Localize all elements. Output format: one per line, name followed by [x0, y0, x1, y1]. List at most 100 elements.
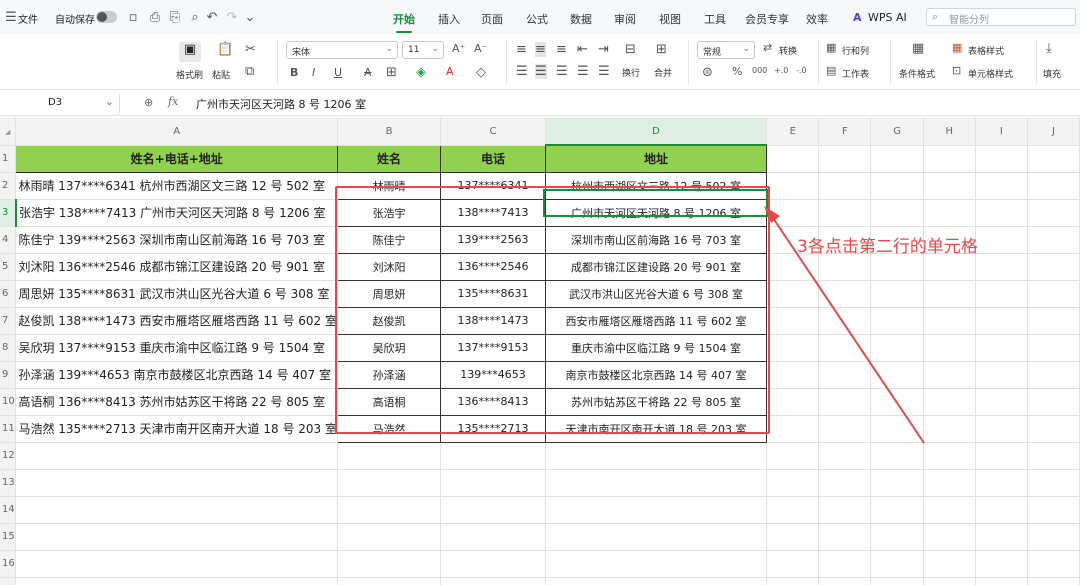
wps-ai-button[interactable]: WPS AI [868, 11, 907, 24]
empty-cell[interactable] [975, 469, 1028, 497]
empty-cell[interactable] [975, 334, 1028, 362]
copy-icon[interactable]: ⧉ [245, 64, 254, 79]
empty-cell[interactable] [1027, 199, 1080, 227]
empty-cell[interactable] [923, 361, 976, 389]
empty-cell[interactable] [545, 442, 768, 470]
empty-cell[interactable] [1027, 442, 1080, 470]
column-header-active[interactable]: D [545, 118, 768, 146]
empty-cell[interactable] [818, 442, 872, 470]
zoom-search-icon[interactable]: ⊕ [144, 96, 153, 109]
empty-cell[interactable] [818, 307, 872, 335]
merge-icon[interactable]: ⊞ [656, 42, 667, 57]
empty-cell[interactable] [1027, 523, 1080, 551]
empty-cell[interactable] [818, 280, 872, 308]
fill-color-icon[interactable]: ◈ [416, 65, 426, 80]
empty-cell[interactable] [975, 226, 1028, 254]
font-color-icon[interactable]: A [446, 65, 454, 78]
empty-cell[interactable] [870, 253, 924, 281]
thousands-icon[interactable]: 000 [752, 66, 767, 75]
empty-cell[interactable] [766, 577, 820, 585]
empty-cell[interactable] [766, 361, 820, 389]
empty-cell[interactable] [818, 523, 872, 551]
empty-cell[interactable] [870, 577, 924, 585]
justify-icon[interactable]: ☰ [577, 64, 589, 79]
align-left-icon[interactable]: ☰ [516, 64, 528, 79]
empty-cell[interactable] [975, 145, 1028, 173]
empty-cell[interactable] [1027, 280, 1080, 308]
empty-cell[interactable] [15, 469, 338, 497]
align-bottom-icon[interactable]: ≡ [556, 42, 567, 57]
combined-cell[interactable]: 吴欣玥 137****9153 重庆市渝中区临江路 9 号 1504 室 [15, 334, 338, 362]
print-icon[interactable]: ⎘ [166, 8, 184, 26]
empty-cell[interactable] [440, 577, 546, 585]
empty-cell[interactable] [923, 388, 976, 416]
empty-cell[interactable] [870, 280, 924, 308]
empty-cell[interactable] [818, 388, 872, 416]
combined-cell[interactable]: 高语桐 136****8413 苏州市姑苏区干将路 22 号 805 室 [15, 388, 338, 416]
empty-cell[interactable] [975, 307, 1028, 335]
empty-cell[interactable] [766, 415, 820, 443]
tab-insert[interactable]: 插入 [438, 11, 460, 27]
row-header[interactable]: 8 [0, 334, 17, 362]
empty-cell[interactable] [975, 361, 1028, 389]
row-header[interactable]: 7 [0, 307, 17, 335]
rows-cols-button[interactable]: 行和列 [842, 44, 869, 57]
empty-cell[interactable] [766, 172, 820, 200]
empty-cell[interactable] [923, 307, 976, 335]
empty-cell[interactable] [337, 496, 442, 524]
tab-page[interactable]: 页面 [481, 11, 503, 27]
tab-member[interactable]: 会员专享 [745, 11, 789, 27]
empty-cell[interactable] [923, 442, 976, 470]
row-header[interactable]: 11 [0, 415, 17, 443]
phone-cell[interactable]: 139****2563 [440, 225, 546, 254]
phone-cell[interactable]: 139***4653 [440, 360, 546, 389]
name-cell[interactable]: 张浩宇 [336, 198, 442, 227]
header-cell-name[interactable]: 姓名 [336, 144, 442, 173]
empty-cell[interactable] [545, 550, 768, 578]
address-cell[interactable]: 广州市天河区天河路 8 号 1206 室 [544, 198, 768, 227]
empty-cell[interactable] [337, 469, 442, 497]
empty-cell[interactable] [923, 496, 976, 524]
phone-cell[interactable]: 138****7413 [440, 198, 546, 227]
phone-cell[interactable]: 135****8631 [440, 279, 546, 308]
indent-increase-icon[interactable]: ⇥ [598, 42, 609, 57]
row-header[interactable]: 17 [0, 577, 17, 585]
empty-cell[interactable] [975, 388, 1028, 416]
tab-data[interactable]: 数据 [570, 11, 592, 27]
more-chevron-icon[interactable]: ⌄ [241, 8, 259, 26]
empty-cell[interactable] [870, 145, 924, 173]
cell-style-button[interactable]: 单元格样式 [968, 67, 1013, 80]
empty-cell[interactable] [1027, 550, 1080, 578]
column-header[interactable]: J [1027, 118, 1080, 146]
distribute-icon[interactable]: ☰ [598, 64, 610, 79]
empty-cell[interactable] [975, 253, 1028, 281]
empty-cell[interactable] [1027, 307, 1080, 335]
empty-cell[interactable] [870, 172, 924, 200]
address-cell[interactable]: 西安市雁塔区雁塔西路 11 号 602 室 [544, 306, 768, 335]
row-header[interactable]: 4 [0, 226, 17, 254]
empty-cell[interactable] [923, 577, 976, 585]
row-header[interactable]: 2 [0, 172, 17, 200]
phone-cell[interactable]: 136****8413 [440, 387, 546, 416]
phone-cell[interactable]: 138****1473 [440, 306, 546, 335]
empty-cell[interactable] [818, 334, 872, 362]
column-header[interactable]: C [440, 118, 546, 146]
empty-cell[interactable] [545, 469, 768, 497]
empty-cell[interactable] [975, 199, 1028, 227]
italic-icon[interactable]: I [312, 66, 315, 79]
tab-review[interactable]: 审阅 [614, 11, 636, 27]
row-header[interactable]: 12 [0, 442, 17, 470]
empty-cell[interactable] [766, 523, 820, 551]
decrease-font-icon[interactable]: A⁻ [474, 42, 487, 55]
convert-button[interactable]: 转换 [779, 44, 797, 57]
combined-cell[interactable]: 马浩然 135****2713 天津市南开区南开大道 18 号 203 室 [15, 415, 338, 443]
empty-cell[interactable] [766, 550, 820, 578]
preview-icon[interactable]: ⌕ [186, 8, 204, 26]
name-cell[interactable]: 吴欣玥 [336, 333, 442, 362]
empty-cell[interactable] [975, 442, 1028, 470]
tab-view[interactable]: 视图 [659, 11, 681, 27]
row-header[interactable]: 13 [0, 469, 17, 497]
header-cell-combined[interactable]: 姓名+电话+地址 [15, 144, 338, 173]
row-header[interactable]: 5 [0, 253, 17, 281]
empty-cell[interactable] [766, 496, 820, 524]
